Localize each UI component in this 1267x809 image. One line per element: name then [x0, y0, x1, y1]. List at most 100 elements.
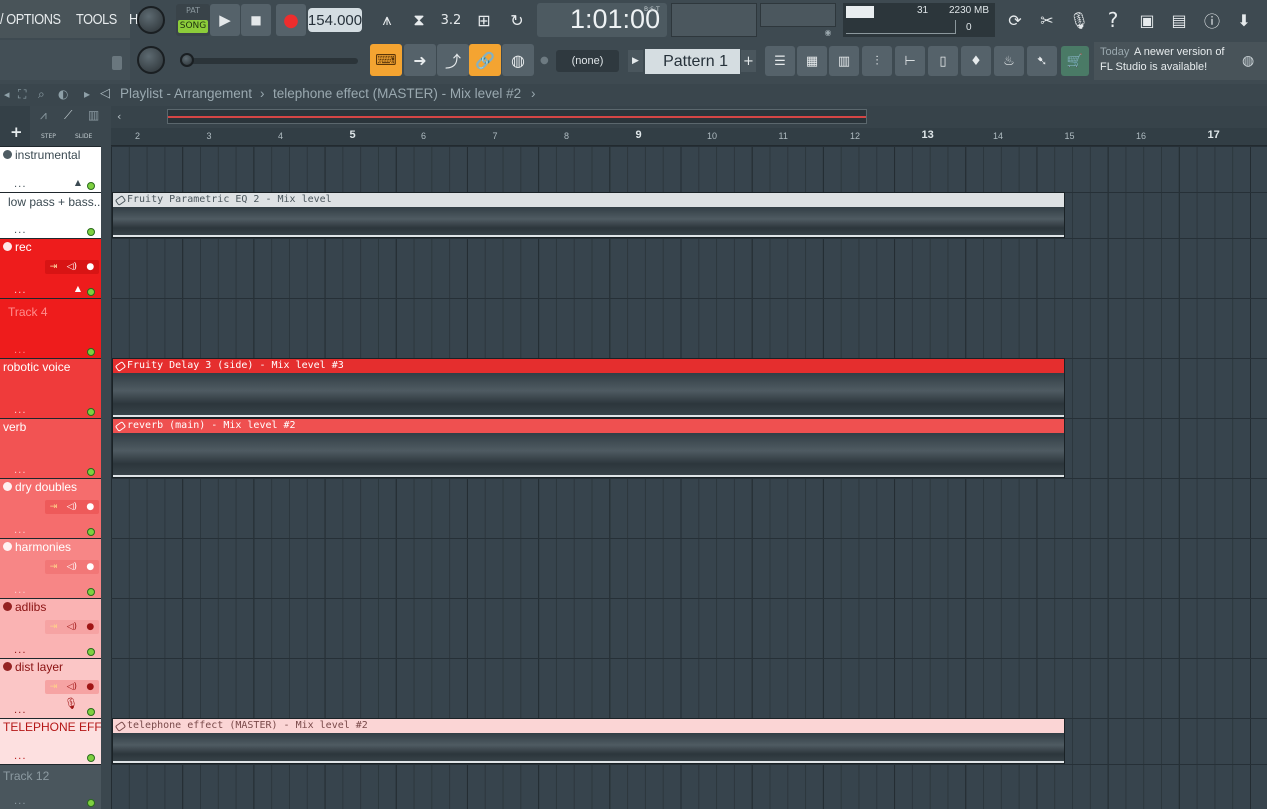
countdown-icon[interactable]: 3.2 [436, 5, 466, 35]
step-arrow-button[interactable]: ➜ [404, 44, 436, 76]
track-more-icon[interactable]: ... [14, 285, 27, 296]
track-options-icon[interactable] [3, 150, 12, 159]
record-arm-icon[interactable]: ● [86, 622, 94, 632]
track-header[interactable]: rec... ⇥ ◁) ● ▲ [0, 238, 101, 298]
mixer-knob-button[interactable]: ◍ [502, 44, 534, 76]
track-lane[interactable] [111, 764, 1267, 809]
track-options-icon[interactable] [3, 602, 12, 611]
track-lane[interactable] [111, 538, 1267, 598]
overview-scrollbar[interactable] [167, 109, 867, 124]
pattern-prev-button[interactable]: ▶ [628, 50, 643, 72]
cpu-memory-monitor[interactable]: 31 2230 MB 0 [843, 3, 995, 37]
speaker-icon[interactable]: ◁) [67, 682, 77, 692]
track-enable-led[interactable] [87, 348, 95, 356]
track-enable-led[interactable] [87, 754, 95, 762]
automation-clip[interactable]: Fruity Delay 3 (side) - Mix level #3 [112, 358, 1065, 418]
fullscreen-icon[interactable]: ⛶ [18, 87, 26, 102]
track-enable-led[interactable] [87, 528, 95, 536]
info-icon[interactable]: ⓘ [1197, 4, 1227, 36]
track-controls[interactable]: ⇥ ◁) ● [45, 680, 99, 694]
record-button[interactable]: ● [276, 4, 306, 36]
track-header[interactable]: robotic voice... [0, 358, 101, 418]
cut-icon[interactable]: ✂ [1032, 4, 1062, 36]
track-more-icon[interactable]: ... [14, 585, 27, 596]
track-enable-led[interactable] [87, 182, 95, 190]
track-header[interactable]: verb... [0, 418, 101, 478]
track-enable-led[interactable] [87, 648, 95, 656]
wait-input-icon[interactable]: ⧗ [404, 5, 434, 35]
channel-filter-select[interactable]: (none) [556, 50, 619, 72]
piano-roll-icon[interactable]: ▦ [797, 46, 827, 76]
automation-clip[interactable]: Fruity Parametric EQ 2 - Mix level [112, 192, 1065, 238]
browser-icon[interactable]: ⊢ [895, 46, 925, 76]
stop-button[interactable]: ■ [241, 4, 271, 36]
mixer-icon[interactable]: ⫶ [862, 46, 892, 76]
track-lane[interactable] [111, 238, 1267, 298]
play-button[interactable]: ▶ [210, 4, 240, 36]
save-as-icon[interactable]: ▤ [1164, 4, 1194, 36]
track-controls[interactable]: ⇥ ◁) ● [45, 260, 99, 274]
record-arm-icon[interactable]: ● [86, 502, 94, 512]
track-enable-led[interactable] [87, 288, 95, 296]
news-panel[interactable]: Today A newer version of FL Studio is av… [1094, 42, 1267, 80]
track-enable-led[interactable] [87, 228, 95, 236]
loop-record-icon[interactable]: ↻ [502, 5, 532, 35]
detach-icon[interactable]: ◐ [58, 87, 68, 101]
link-button[interactable]: 🔗 [469, 44, 501, 76]
menu-options[interactable]: / OPTIONS [0, 11, 61, 28]
arrangement-overview[interactable]: ‹ [111, 106, 1267, 128]
input-icon[interactable]: ⇥ [50, 262, 58, 272]
arrow-left-icon[interactable]: ◂ [4, 88, 10, 101]
speaker-icon[interactable]: ◁) [67, 502, 77, 512]
track-more-icon[interactable]: ... [14, 225, 27, 236]
track-header[interactable]: adlibs... ⇥ ◁) ● [0, 598, 101, 658]
track-more-icon[interactable]: ... [14, 645, 27, 656]
step-edit-icon[interactable]: ⊞ [469, 5, 499, 35]
track-more-icon[interactable]: ... [14, 751, 27, 762]
track-lane[interactable] [111, 658, 1267, 718]
speaker-icon[interactable]: ◁) [67, 562, 77, 572]
shop-icon[interactable]: 🛒 [1061, 46, 1089, 76]
time-display[interactable]: 1:01:00 B:S:T [537, 3, 667, 37]
input-icon[interactable]: ⇥ [50, 682, 58, 692]
track-header[interactable]: Track 4... [0, 298, 101, 358]
save-icon[interactable]: ▣ [1132, 4, 1162, 36]
track-enable-led[interactable] [87, 799, 95, 807]
track-enable-led[interactable] [87, 588, 95, 596]
microphone-icon[interactable]: 🎙 [1064, 4, 1094, 36]
automation-clip[interactable]: reverb (main) - Mix level #2 [112, 418, 1065, 478]
track-enable-led[interactable] [87, 408, 95, 416]
track-controls[interactable]: ⇥ ◁) ● [45, 500, 99, 514]
track-more-icon[interactable]: ... [14, 705, 27, 716]
track-header[interactable]: TELEPHONE EFFECT... [0, 718, 101, 764]
waveform-icon[interactable]: ⩘ [40, 108, 47, 123]
track-more-icon[interactable]: ... [14, 796, 27, 807]
record-arm-icon[interactable]: ● [86, 682, 94, 692]
pattern-select[interactable]: Pattern 1 [645, 49, 740, 74]
track-enable-led[interactable] [87, 468, 95, 476]
track-more-icon[interactable]: ... [14, 179, 27, 190]
touch-controller-icon[interactable]: ➷ [1027, 46, 1057, 76]
step-label[interactable]: STEP [41, 133, 56, 140]
track-lane[interactable] [111, 478, 1267, 538]
track-header[interactable]: instrumental... ▲ [0, 146, 101, 192]
track-header[interactable]: dry doubles... ⇥ ◁) ● [0, 478, 101, 538]
track-options-icon[interactable] [3, 542, 12, 551]
undo-history-icon[interactable]: ⟳ [1000, 4, 1030, 36]
plugin-picker-icon[interactable]: ♨ [994, 46, 1024, 76]
record-arm-icon[interactable]: ● [86, 562, 94, 572]
track-controls[interactable]: ⇥ ◁) ● [45, 560, 99, 574]
add-track-icon[interactable]: + [10, 123, 23, 141]
arrow-right-icon[interactable]: ▸ [84, 87, 90, 101]
track-enable-led[interactable] [87, 708, 95, 716]
help-icon[interactable]: ? [1098, 4, 1128, 36]
automation-icon[interactable]: ⟋ [64, 108, 72, 123]
channel-rack-icon[interactable]: ▥ [829, 46, 859, 76]
track-options-icon[interactable] [3, 482, 12, 491]
scroll-left-icon[interactable]: ‹ [117, 110, 121, 123]
speaker-icon[interactable]: ◁) [67, 262, 77, 272]
playlist-icon[interactable]: ☰ [765, 46, 795, 76]
track-header[interactable]: harmonies... ⇥ ◁) ● [0, 538, 101, 598]
track-controls[interactable]: ⇥ ◁) ● [45, 620, 99, 634]
menu-tools[interactable]: TOOLS [76, 11, 117, 28]
